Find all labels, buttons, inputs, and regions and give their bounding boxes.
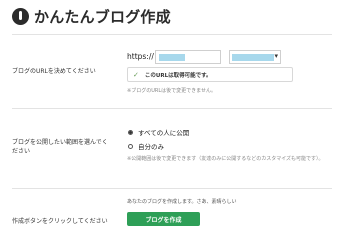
divider <box>12 188 332 189</box>
create-intro: あなたのブログを作成します。さあ、素晴らしい <box>127 199 237 205</box>
visibility-option-label: すべての人に公開 <box>138 129 190 137</box>
url-protocol: https:// <box>127 52 154 61</box>
radio-selected-icon <box>128 129 133 135</box>
page-header: かんたんブログ作成 <box>12 6 171 27</box>
divider <box>12 34 332 35</box>
create-section-label: 作成ボタンをクリックしてください <box>12 218 108 225</box>
create-blog-button[interactable]: ブログを作成 <box>127 212 200 226</box>
availability-text: このURLは取得可能です。 <box>144 72 212 79</box>
subdomain-value <box>159 54 185 61</box>
domain-value <box>232 54 274 61</box>
url-note: ※ブログのURLは後で変更できません。 <box>127 88 216 94</box>
hatena-logo-icon <box>12 8 29 25</box>
visibility-note: ※公開範囲は後で変更できます（友達のみに公開するなどのカスタマイズも可能です）。 <box>127 156 324 162</box>
page-title: かんたんブログ作成 <box>34 8 171 26</box>
divider <box>12 108 332 109</box>
domain-select[interactable]: ▾ <box>229 50 281 64</box>
visibility-section-label: ブログを公開したい範囲を選んでください <box>12 139 108 155</box>
visibility-option-label: 自分のみ <box>138 143 164 151</box>
check-icon: ✓ <box>133 70 139 79</box>
url-section-label: ブログのURLを決めてください <box>12 68 96 75</box>
subdomain-input[interactable] <box>155 50 221 64</box>
radio-unselected-icon <box>128 143 133 149</box>
visibility-option-private[interactable]: 自分のみ <box>128 141 164 151</box>
dropdown-caret-icon: ▾ <box>274 52 278 60</box>
url-availability-message: ✓ このURLは取得可能です。 <box>127 67 293 82</box>
visibility-option-public[interactable]: すべての人に公開 <box>128 127 189 137</box>
